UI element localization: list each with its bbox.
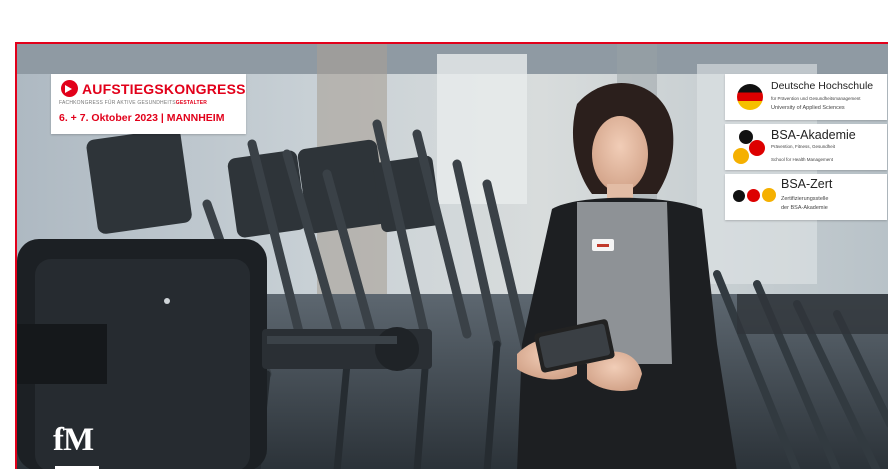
ball-icon xyxy=(749,140,765,156)
partner-name: BSA-Zert xyxy=(781,177,833,191)
aufstiegskongress-logo[interactable]: AUFSTIEGSKONGRESS FACHKONGRESS FÜR AKTIV… xyxy=(51,74,246,134)
partner-line: der BSA-Akademie xyxy=(781,205,828,211)
ball-icon xyxy=(733,148,749,164)
partner-line: Prävention, Fitness, Gesundheit xyxy=(771,144,836,149)
subtitle-prefix: FACHKONGRESS FÜR AKTIVE GESUNDHEITS xyxy=(59,100,176,106)
partner-line: University of Applied Sciences xyxy=(771,105,845,111)
ball-icon xyxy=(733,190,745,202)
partner-line: Zertifizierungsstelle xyxy=(781,196,829,202)
aufstiegskongress-title-row: AUFSTIEGSKONGRESS xyxy=(61,80,246,97)
partner-line: School for Health Management xyxy=(771,157,834,162)
partner-logo-bsa-akademie[interactable]: BSA-Akademie Prävention, Fitness, Gesund… xyxy=(725,124,887,170)
ball-icon xyxy=(762,188,776,202)
partner-line: für Prävention und Gesundheitsmanagement xyxy=(771,96,861,101)
fm-logo-text: fM xyxy=(53,422,94,458)
aufstiegskongress-title: AUFSTIEGSKONGRESS xyxy=(82,80,246,97)
partner-logo-deutsche-hochschule[interactable]: Deutsche Hochschule für Prävention und G… xyxy=(725,74,887,120)
hero-banner: AUFSTIEGSKONGRESS FACHKONGRESS FÜR AKTIV… xyxy=(15,42,888,469)
event-date-location: 6. + 7. Oktober 2023 | MANNHEIM xyxy=(59,112,225,124)
aufstiegskongress-subtitle: FACHKONGRESS FÜR AKTIVE GESUNDHEITSGESTA… xyxy=(59,100,207,106)
subtitle-highlight: GESTALTER xyxy=(175,100,208,106)
partner-logo-bsa-zert[interactable]: BSA-Zert Zertifizierungsstelle der BSA-A… xyxy=(725,174,887,220)
partner-name: BSA-Akademie xyxy=(771,128,856,142)
fm-brand-logo[interactable]: fM xyxy=(51,422,101,469)
ball-icon xyxy=(747,189,760,202)
play-arrow-icon xyxy=(61,80,78,97)
flag-ball-icon xyxy=(737,84,763,110)
partner-name: Deutsche Hochschule xyxy=(771,80,874,92)
